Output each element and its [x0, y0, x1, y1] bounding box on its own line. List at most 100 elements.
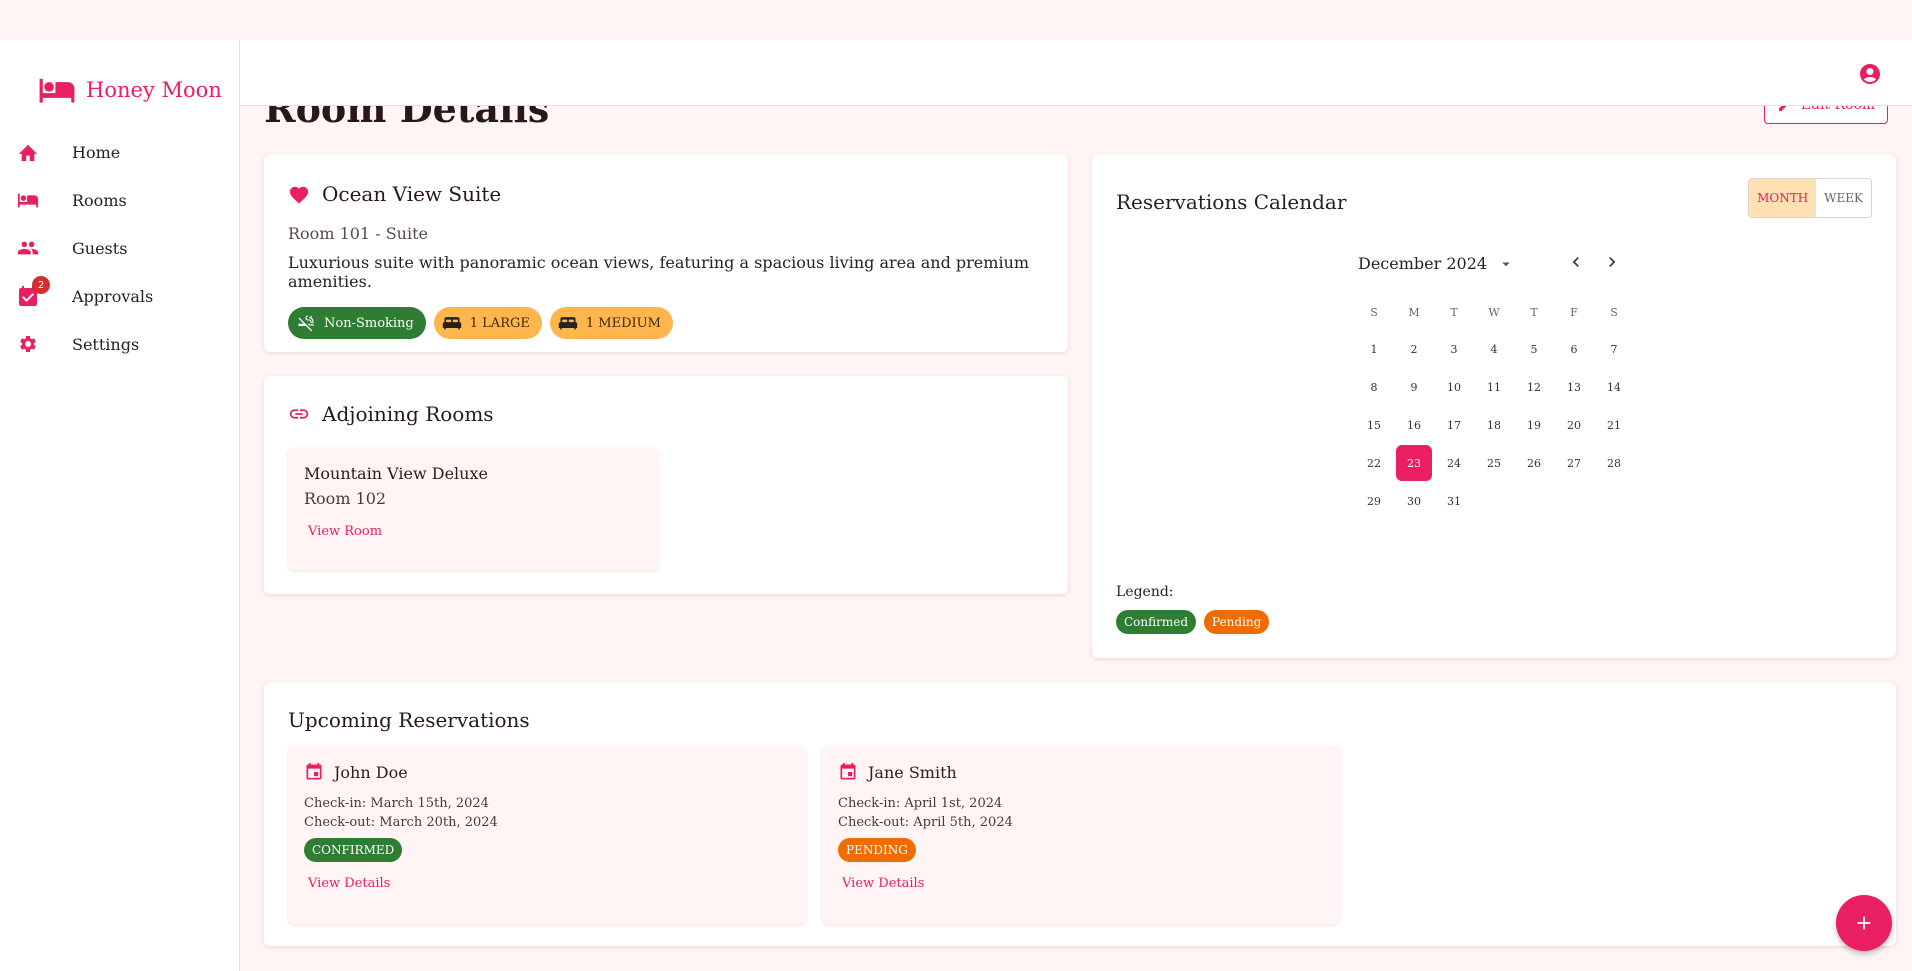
- view-details-link[interactable]: View Details: [304, 876, 790, 891]
- calendar-day[interactable]: 8: [1354, 368, 1394, 406]
- guest-name: Jane Smith: [868, 762, 957, 782]
- calendar-icon: [306, 762, 322, 780]
- add-button[interactable]: [1836, 895, 1892, 951]
- day-number: 21: [1607, 418, 1621, 432]
- sidebar-item-guests[interactable]: Guests: [0, 224, 239, 272]
- calendar-day[interactable]: 25: [1474, 444, 1514, 482]
- top-app-bar: [240, 40, 1912, 106]
- calendar-day[interactable]: 26: [1514, 444, 1554, 482]
- day-number: 20: [1567, 418, 1581, 432]
- calendar-day[interactable]: 21: [1594, 406, 1634, 444]
- calendar-day[interactable]: 14: [1594, 368, 1634, 406]
- chevron-right-icon[interactable]: [1602, 252, 1622, 272]
- weekday-header: M: [1408, 305, 1420, 319]
- calendar-day[interactable]: 1: [1354, 330, 1394, 368]
- legend-label: Legend:: [1116, 584, 1174, 600]
- day-number: 5: [1530, 342, 1538, 356]
- check-in: Check-in: March 15th, 2024: [304, 796, 489, 811]
- day-number: 2: [1410, 342, 1418, 356]
- day-number: 8: [1370, 380, 1378, 394]
- calendar-day[interactable]: 27: [1554, 444, 1594, 482]
- calendar-day[interactable]: 3: [1434, 330, 1474, 368]
- calendar-day[interactable]: 5: [1514, 330, 1554, 368]
- calendar-day[interactable]: 29: [1354, 482, 1394, 520]
- month-selector[interactable]: December 2024: [1358, 254, 1515, 273]
- calendar-day[interactable]: 6: [1554, 330, 1594, 368]
- status-badge: PENDING: [838, 838, 916, 862]
- calendar-day[interactable]: 7: [1594, 330, 1634, 368]
- calendar-day-selected[interactable]: 23: [1394, 444, 1434, 482]
- day-number: 1: [1370, 342, 1378, 356]
- calendar-day[interactable]: 28: [1594, 444, 1634, 482]
- day-number: 19: [1527, 418, 1541, 432]
- calendar-day[interactable]: 30: [1394, 482, 1434, 520]
- sidebar-item-settings[interactable]: Settings: [0, 320, 239, 368]
- account-circle-icon[interactable]: [1858, 62, 1882, 86]
- day-number: 13: [1567, 380, 1581, 394]
- day-number: 25: [1487, 456, 1501, 470]
- calendar-day[interactable]: 9: [1394, 368, 1434, 406]
- day-number: 9: [1410, 380, 1418, 394]
- calendar-day[interactable]: 31: [1434, 482, 1474, 520]
- sidebar-item-approvals[interactable]: 2 Approvals: [0, 272, 239, 320]
- legend-confirmed: Confirmed: [1116, 610, 1197, 634]
- room-features: Non-Smoking 1 LARGE 1 MEDIUM: [288, 307, 1044, 339]
- calendar-day[interactable]: 13: [1554, 368, 1594, 406]
- sidebar-nav: Home Rooms Guests 2 Approvals Settings: [0, 128, 239, 368]
- calendar-day[interactable]: 12: [1514, 368, 1554, 406]
- day-number: 11: [1487, 380, 1501, 394]
- day-number: 14: [1607, 380, 1621, 394]
- calendar-day[interactable]: 10: [1434, 368, 1474, 406]
- plus-icon: [1857, 916, 1871, 930]
- day-number: 17: [1447, 418, 1461, 432]
- day-number: 16: [1407, 418, 1421, 432]
- weekday-header: T: [1450, 305, 1458, 319]
- day-number: 4: [1490, 342, 1498, 356]
- room-description: Luxurious suite with panoramic ocean vie…: [288, 253, 1030, 291]
- calendar-day[interactable]: 18: [1474, 406, 1514, 444]
- calendar-day[interactable]: 22: [1354, 444, 1394, 482]
- adjoining-title: Adjoining Rooms: [322, 402, 494, 426]
- sidebar-item-rooms[interactable]: Rooms: [0, 176, 239, 224]
- weekday-header: S: [1610, 305, 1618, 319]
- day-number: 31: [1447, 494, 1461, 508]
- room-subtitle: Room 101 - Suite: [288, 224, 428, 243]
- bed-icon: [442, 317, 461, 330]
- month-view-button[interactable]: MONTH: [1749, 179, 1817, 217]
- view-room-link[interactable]: View Room: [304, 524, 382, 539]
- legend-pending: Pending: [1204, 610, 1270, 634]
- calendar-day[interactable]: 24: [1434, 444, 1474, 482]
- calendar-day[interactable]: 15: [1354, 406, 1394, 444]
- weekday-header: S: [1370, 305, 1378, 319]
- sidebar-item-label: Settings: [72, 334, 140, 354]
- calendar-day[interactable]: 17: [1434, 406, 1474, 444]
- people-icon: [16, 236, 40, 260]
- month-navigation: [1566, 252, 1622, 272]
- calendar-day[interactable]: 19: [1514, 406, 1554, 444]
- day-number: 23: [1396, 445, 1432, 481]
- chip-label: Non-Smoking: [324, 315, 414, 331]
- chevron-left-icon[interactable]: [1566, 252, 1586, 272]
- view-details-link[interactable]: View Details: [838, 876, 1324, 891]
- reservation-item: John Doe Check-in: March 15th, 2024 Chec…: [288, 746, 806, 924]
- room-name: Ocean View Suite: [322, 182, 502, 206]
- chip-label: 1 LARGE: [469, 315, 530, 331]
- sidebar-item-label: Rooms: [72, 190, 127, 210]
- calendar-day[interactable]: 4: [1474, 330, 1514, 368]
- weekday-header: T: [1530, 305, 1538, 319]
- day-number: 18: [1487, 418, 1501, 432]
- calendar-day[interactable]: 20: [1554, 406, 1594, 444]
- sidebar-item-home[interactable]: Home: [0, 128, 239, 176]
- status-badge: CONFIRMED: [304, 838, 403, 862]
- adjoining-room-name: Mountain View Deluxe: [304, 464, 488, 483]
- week-view-button[interactable]: WEEK: [1816, 179, 1871, 217]
- calendar-day[interactable]: 2: [1394, 330, 1434, 368]
- brand-name: Honey Moon: [86, 78, 222, 102]
- calendar-day[interactable]: 11: [1474, 368, 1514, 406]
- upcoming-reservations-card: Upcoming Reservations John Doe Check-in:…: [264, 682, 1896, 946]
- calendar-day[interactable]: 16: [1394, 406, 1434, 444]
- upcoming-reservations-title: Upcoming Reservations: [288, 708, 530, 732]
- day-number: 6: [1570, 342, 1578, 356]
- chip-label: 1 MEDIUM: [585, 315, 661, 331]
- brand[interactable]: Honey Moon: [0, 40, 239, 118]
